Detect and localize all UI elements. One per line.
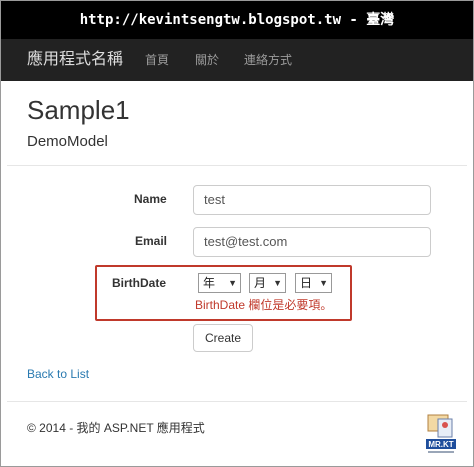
email-input[interactable]: test@test.com	[193, 227, 431, 257]
nav-link-home[interactable]: 首頁	[145, 39, 169, 81]
day-select[interactable]: 日 ▼	[295, 273, 332, 293]
birthdate-label: BirthDate	[112, 276, 167, 290]
email-label: Email	[135, 234, 168, 248]
nav-link-contact[interactable]: 連絡方式	[244, 39, 292, 81]
back-to-list-link[interactable]: Back to List	[27, 367, 89, 381]
chevron-down-icon: ▼	[319, 278, 328, 288]
chevron-down-icon: ▼	[228, 278, 237, 288]
nav-link-about[interactable]: 關於	[195, 39, 219, 81]
page-title: Sample1	[27, 95, 130, 125]
navbar-brand[interactable]: 應用程式名稱	[27, 39, 123, 81]
year-select-value: 年	[203, 276, 216, 290]
url-banner: http://kevintsengtw.blogspot.tw - 臺灣	[1, 1, 473, 39]
footer-divider	[7, 401, 467, 402]
day-select-value: 日	[300, 276, 313, 290]
mrkt-logo: MR.KT	[426, 414, 456, 453]
footer-text: © 2014 - 我的 ASP.NET 應用程式	[27, 421, 205, 435]
divider	[7, 165, 467, 166]
navbar: 應用程式名稱 首頁 關於 連絡方式	[1, 39, 473, 81]
month-select-value: 月	[254, 276, 267, 290]
year-select[interactable]: 年 ▼	[198, 273, 241, 293]
name-input[interactable]: test	[193, 185, 431, 215]
month-select[interactable]: 月 ▼	[249, 273, 286, 293]
name-label: Name	[134, 192, 167, 206]
logo-text: MR.KT	[428, 440, 453, 449]
browser-frame: http://kevintsengtw.blogspot.tw - 臺灣 應用程…	[0, 0, 474, 467]
birthdate-error: BirthDate 欄位是必要項。	[195, 298, 333, 312]
create-button[interactable]: Create	[193, 324, 253, 352]
chevron-down-icon: ▼	[273, 278, 282, 288]
page-subtitle: DemoModel	[27, 133, 108, 150]
